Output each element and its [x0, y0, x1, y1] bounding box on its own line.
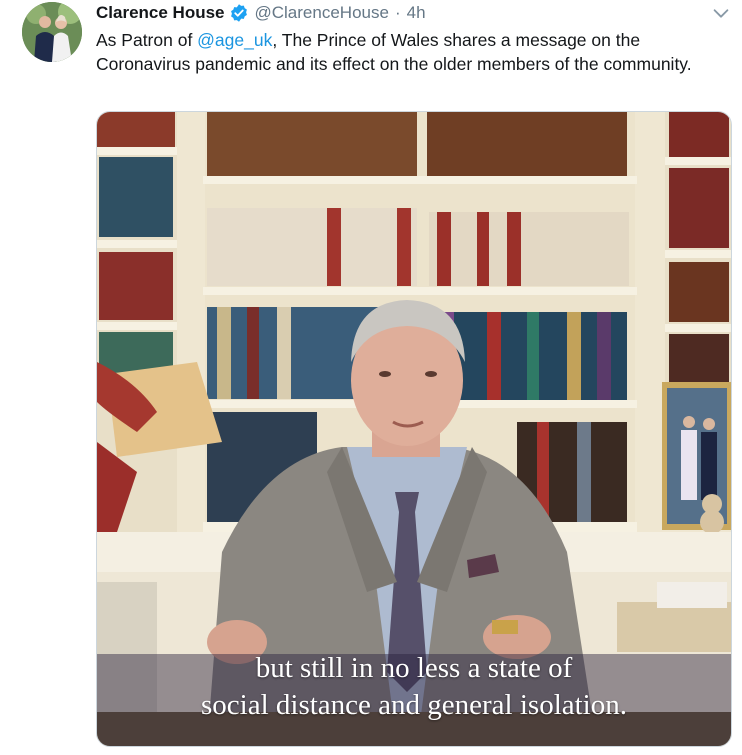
tweet-header: Clarence House @ClarenceHouse · 4h [96, 2, 426, 24]
video-player[interactable]: but still in no less a state of social d… [96, 111, 732, 747]
author-name[interactable]: Clarence House [96, 3, 225, 23]
tweet-text: As Patron of @age_uk, The Prince of Wale… [96, 28, 716, 76]
video-caption-line-2: social distance and general isolation. [201, 689, 627, 721]
avatar[interactable] [22, 2, 82, 62]
separator-dot: · [394, 3, 401, 22]
chevron-down-icon[interactable] [710, 2, 732, 24]
mention-link[interactable]: @age_uk [197, 30, 272, 50]
verified-badge-icon [229, 3, 249, 23]
video-frame [97, 112, 731, 746]
video-caption-line-1: but still in no less a state of [255, 652, 573, 684]
timestamp[interactable]: 4h [407, 3, 426, 23]
tweet[interactable]: Clarence House @ClarenceHouse · 4h As Pa… [0, 0, 742, 755]
tweet-text-before: As Patron of [96, 30, 198, 50]
author-handle[interactable]: @ClarenceHouse [255, 3, 389, 23]
